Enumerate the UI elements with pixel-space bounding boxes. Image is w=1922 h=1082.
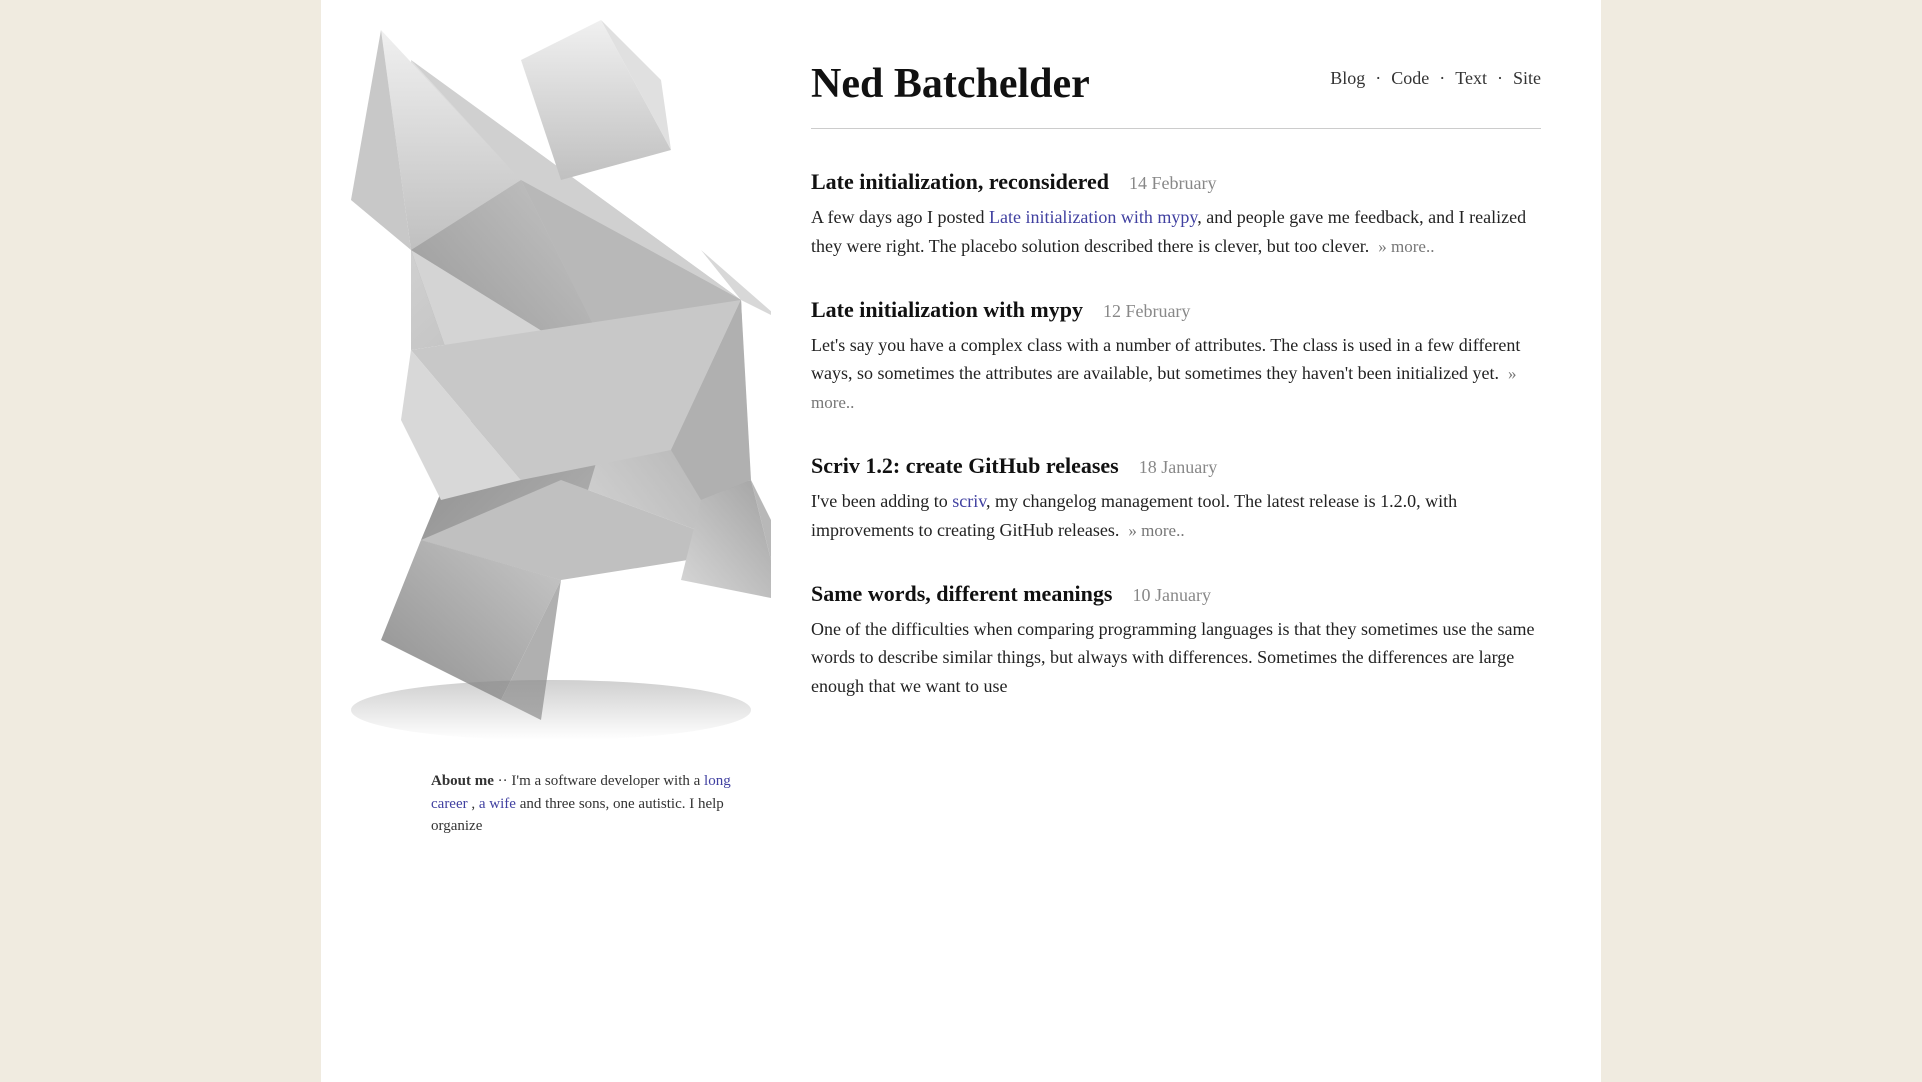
- read-more-1: » more..: [1378, 237, 1434, 256]
- about-text-1: ·· I'm a software developer with a: [498, 773, 704, 789]
- about-section: About me ·· I'm a software developer wit…: [321, 750, 771, 858]
- post-title-4: Same words, different meanings: [811, 581, 1112, 607]
- blog-post-2: Late initialization with mypy 12 Februar…: [811, 297, 1541, 417]
- post-date-4: 10 January: [1132, 585, 1210, 606]
- site-nav: Blog · Code · Text · Site: [1330, 60, 1541, 89]
- star-image: [321, 0, 771, 750]
- site-header: Ned Batchelder Blog · Code · Text · Site: [811, 60, 1541, 129]
- nav-sep-2: ·: [1439, 68, 1445, 89]
- nav-sep-1: ·: [1375, 68, 1381, 89]
- wife-link[interactable]: a wife: [479, 796, 516, 812]
- post-title-3: Scriv 1.2: create GitHub releases: [811, 453, 1119, 479]
- post-header-4: Same words, different meanings 10 Januar…: [811, 581, 1541, 607]
- post-excerpt-3: I've been adding to scriv, my changelog …: [811, 487, 1541, 545]
- post-excerpt-1: A few days ago I posted Late initializat…: [811, 203, 1541, 261]
- post-title-1: Late initialization, reconsidered: [811, 169, 1109, 195]
- nav-sep-3: ·: [1497, 68, 1503, 89]
- post-excerpt-4: One of the difficulties when comparing p…: [811, 615, 1541, 701]
- post-header-1: Late initialization, reconsidered 14 Feb…: [811, 169, 1541, 195]
- post-1-link[interactable]: Late initialization with mypy: [989, 207, 1197, 227]
- blog-posts: Late initialization, reconsidered 14 Feb…: [811, 169, 1541, 737]
- site-title: Ned Batchelder: [811, 60, 1090, 108]
- nav-code[interactable]: Code: [1391, 68, 1429, 89]
- about-label: About me: [431, 773, 494, 789]
- nav-blog[interactable]: Blog: [1330, 68, 1365, 89]
- left-column: About me ·· I'm a software developer wit…: [321, 0, 771, 1082]
- nav-text[interactable]: Text: [1455, 68, 1487, 89]
- post-title-2: Late initialization with mypy: [811, 297, 1083, 323]
- read-more-3: » more..: [1128, 521, 1184, 540]
- blog-post-4: Same words, different meanings 10 Januar…: [811, 581, 1541, 701]
- post-header-3: Scriv 1.2: create GitHub releases 18 Jan…: [811, 453, 1541, 479]
- blog-post-3: Scriv 1.2: create GitHub releases 18 Jan…: [811, 453, 1541, 545]
- nav-site[interactable]: Site: [1513, 68, 1541, 89]
- post-excerpt-2: Let's say you have a complex class with …: [811, 331, 1541, 417]
- scriv-link[interactable]: scriv: [952, 491, 986, 511]
- post-header-2: Late initialization with mypy 12 Februar…: [811, 297, 1541, 323]
- right-column: Ned Batchelder Blog · Code · Text · Site…: [771, 0, 1601, 1082]
- post-date-3: 18 January: [1139, 457, 1217, 478]
- post-date-2: 12 February: [1103, 301, 1190, 322]
- star-svg: [321, 0, 771, 750]
- about-text-2: ,: [471, 796, 479, 812]
- page-wrapper: About me ·· I'm a software developer wit…: [321, 0, 1601, 1082]
- post-date-1: 14 February: [1129, 173, 1216, 194]
- blog-post-1: Late initialization, reconsidered 14 Feb…: [811, 169, 1541, 261]
- read-more-2: » more..: [811, 364, 1517, 412]
